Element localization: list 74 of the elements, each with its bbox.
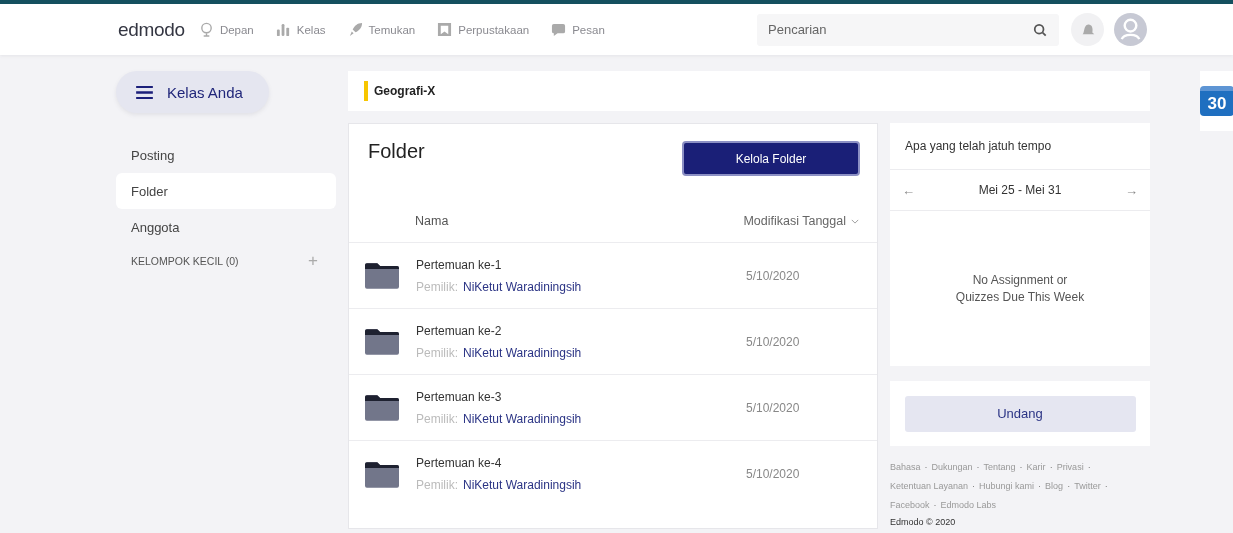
previous-week-button[interactable]: ← [902,182,915,198]
add-group-button[interactable]: + [308,251,318,271]
manage-folder-button[interactable]: Kelola Folder [682,141,860,176]
sidebar-item[interactable]: Anggota [116,209,336,245]
folder-icon [365,394,399,421]
separator: · [924,461,928,474]
folder-name[interactable]: Pertemuan ke-2 [416,323,736,338]
column-header: Nama [415,214,449,228]
owner-label: Pemilik: [416,345,458,360]
nav-item[interactable]: Perpustakaan [437,22,530,37]
owner-label: Pemilik: [416,478,458,492]
footer-link[interactable]: Privasi [1056,458,1084,477]
sidebar-item[interactable]: Folder [116,173,336,209]
owner-link[interactable]: NiKetut Waradiningsih [463,411,582,426]
class-name: Geografi-X [364,81,436,101]
footer-link[interactable]: Bahasa [890,458,921,477]
owner-link[interactable]: NiKetut Waradiningsih [463,279,582,294]
footer-link[interactable]: Tentang [983,458,1016,477]
footer-link[interactable]: Dukungan [931,458,973,477]
copyright: Edmodo © 2020 [890,516,957,529]
nav-item[interactable]: Pesan [551,22,605,37]
footer-link[interactable]: Karir [1026,458,1046,477]
separator: · [1019,461,1023,474]
next-week-button[interactable]: → [1125,182,1138,198]
modified-date: 5/10/2020 [746,400,800,415]
avatar-icon[interactable] [1114,13,1147,46]
footer-link[interactable]: Facebook [890,496,930,515]
footer-link[interactable]: Hubungi kami [979,477,1035,496]
separator: · [976,461,980,474]
owner-link[interactable]: NiKetut Waradiningsih [463,478,582,492]
footer-link[interactable]: Edmodo Labs [940,496,997,515]
separator: · [1067,480,1071,493]
folder-name[interactable]: Pertemuan ke-1 [416,257,736,272]
separator: · [1104,480,1108,493]
empty-message: No Assignment or Quizzes Due This Week [954,271,1086,306]
chat-icon [551,22,567,37]
globe-icon [198,22,214,37]
separator: · [972,480,976,493]
sort-column-header[interactable]: Modifikasi Tanggal [743,214,859,228]
folder-icon [365,328,399,355]
class-menu-button[interactable]: Kelas Anda [116,71,269,113]
notification-bell-icon[interactable] [1071,13,1104,46]
group-heading: KELOMPOK KECIL (0) [131,255,239,267]
folder-icon [365,460,399,488]
chevron-down-icon [851,218,859,224]
modified-date: 5/10/2020 [746,467,800,481]
nav-item[interactable]: Depan [198,22,254,37]
nav-item[interactable]: Temukan [347,22,416,37]
folder-icon [365,262,399,289]
owner-link[interactable]: NiKetut Waradiningsih [463,345,582,360]
date-range: Mei 25 - Mei 31 [978,183,1062,197]
owner-label: Pemilik: [416,279,458,294]
book-icon [437,22,453,37]
sidebar-item[interactable]: Posting [116,137,336,173]
menu-icon [136,85,153,99]
calendar-icon[interactable]: 30 [1200,86,1233,116]
footer-link[interactable]: Blog [1045,477,1064,496]
folder-name[interactable]: Pertemuan ke-3 [416,389,736,404]
nav-item[interactable]: Kelas [275,22,326,37]
separator: · [1049,461,1053,474]
search-field[interactable]: Pencarian [757,13,1059,46]
separator: · [933,499,937,512]
footer-link[interactable]: Twitter [1074,477,1101,496]
footer-link[interactable]: Ketentuan Layanan [890,477,969,496]
folder-name[interactable]: Pertemuan ke-4 [416,456,736,470]
separator: · [1038,480,1042,493]
panel-title: Folder [368,140,425,163]
modified-date: 5/10/2020 [746,334,800,349]
panel-title: Apa yang telah jatuh tempo [890,123,1150,170]
separator: · [1087,461,1091,474]
owner-label: Pemilik: [416,411,458,426]
logo[interactable]: edmodo [118,18,185,41]
modified-date: 5/10/2020 [746,268,800,283]
invite-button[interactable]: Undang [904,395,1136,432]
